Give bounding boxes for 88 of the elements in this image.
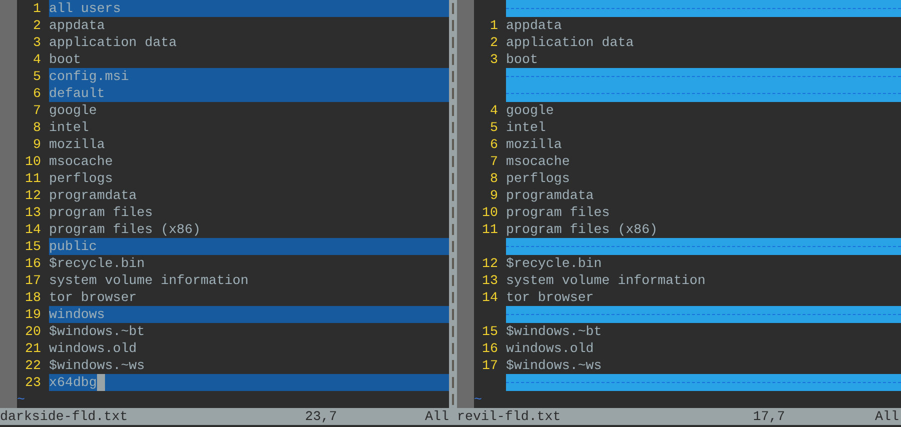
line-number: 4 bbox=[32, 51, 42, 68]
line-text: windows.old bbox=[506, 340, 594, 357]
line-text: program files bbox=[506, 204, 610, 221]
line-text: application data bbox=[506, 34, 634, 51]
tilde-marker: ~ bbox=[17, 391, 25, 408]
line-number: 1 bbox=[32, 0, 42, 17]
line-text: $windows.~ws bbox=[506, 357, 602, 374]
line-text: $recycle.bin bbox=[49, 255, 145, 272]
line-number: 20 bbox=[24, 323, 42, 340]
line-number: 12 bbox=[24, 187, 42, 204]
line-number: 19 bbox=[24, 306, 42, 323]
line-text: x64dbg bbox=[49, 374, 97, 391]
line-text: tor browser bbox=[49, 289, 137, 306]
file-name: revil-fld.txt bbox=[457, 408, 562, 425]
line-text: application data bbox=[49, 34, 177, 51]
tilde-marker: ~ bbox=[474, 391, 482, 408]
line-number: 13 bbox=[481, 272, 499, 289]
line-text: appdata bbox=[49, 17, 105, 34]
scroll-indicator: All bbox=[425, 408, 449, 425]
line-number: 14 bbox=[481, 289, 499, 306]
line-text: perflogs bbox=[49, 170, 113, 187]
line-number: 12 bbox=[481, 255, 499, 272]
line-text: google bbox=[506, 102, 554, 119]
line-number: 7 bbox=[489, 153, 499, 170]
line-text: program files (x86) bbox=[506, 221, 658, 238]
line-number: 9 bbox=[489, 187, 499, 204]
line-text: system volume information bbox=[49, 272, 248, 289]
line-number: 14 bbox=[24, 221, 42, 238]
line-text: mozilla bbox=[506, 136, 562, 153]
line-text: $windows.~ws bbox=[49, 357, 145, 374]
line-number: 13 bbox=[24, 204, 42, 221]
line-number: 21 bbox=[24, 340, 42, 357]
line-text: boot bbox=[49, 51, 81, 68]
line-number: 5 bbox=[489, 119, 499, 136]
line-text: system volume information bbox=[506, 272, 706, 289]
line-text: program files bbox=[49, 204, 153, 221]
line-text: intel bbox=[49, 119, 89, 136]
line-number: 9 bbox=[32, 136, 42, 153]
line-number: 2 bbox=[489, 34, 499, 51]
line-number: 15 bbox=[481, 323, 499, 340]
line-text: google bbox=[49, 102, 97, 119]
line-number: 17 bbox=[481, 357, 499, 374]
line-number: 16 bbox=[481, 340, 499, 357]
line-text: msocache bbox=[506, 153, 570, 170]
line-text: all users bbox=[49, 0, 121, 17]
line-text: perflogs bbox=[506, 170, 570, 187]
line-text: $windows.~bt bbox=[506, 323, 602, 340]
line-number: 11 bbox=[481, 221, 499, 238]
line-number: 1 bbox=[489, 17, 499, 34]
line-number: 10 bbox=[24, 153, 42, 170]
line-text: msocache bbox=[49, 153, 113, 170]
line-text: mozilla bbox=[49, 136, 105, 153]
line-number: 3 bbox=[489, 51, 499, 68]
line-number: 6 bbox=[32, 85, 42, 102]
line-text: program files (x86) bbox=[49, 221, 201, 238]
line-text: windows bbox=[49, 306, 105, 323]
line-text: intel bbox=[506, 119, 546, 136]
line-number: 22 bbox=[24, 357, 42, 374]
line-number: 6 bbox=[489, 136, 499, 153]
line-text: config.msi bbox=[49, 68, 129, 85]
line-number: 7 bbox=[32, 102, 42, 119]
line-text: windows.old bbox=[49, 340, 137, 357]
scroll-indicator: All bbox=[875, 408, 899, 425]
line-number: 15 bbox=[24, 238, 42, 255]
cursor-position: 23,7 bbox=[305, 408, 337, 425]
line-number: 16 bbox=[24, 255, 42, 272]
line-text: tor browser bbox=[506, 289, 594, 306]
line-number: 5 bbox=[32, 68, 42, 85]
line-number: 18 bbox=[24, 289, 42, 306]
line-number: 2 bbox=[32, 17, 42, 34]
cursor-position: 17,7 bbox=[753, 408, 785, 425]
line-text: appdata bbox=[506, 17, 562, 34]
line-number: 10 bbox=[481, 204, 499, 221]
line-number: 17 bbox=[24, 272, 42, 289]
line-text: boot bbox=[506, 51, 538, 68]
line-number: 8 bbox=[32, 119, 42, 136]
line-number: 3 bbox=[32, 34, 42, 51]
line-text: $windows.~bt bbox=[49, 323, 145, 340]
line-text: default bbox=[49, 85, 105, 102]
line-number: 4 bbox=[489, 102, 499, 119]
line-text: programdata bbox=[506, 187, 594, 204]
line-number: 8 bbox=[489, 170, 499, 187]
line-text: public bbox=[49, 238, 97, 255]
file-name: darkside-fld.txt bbox=[0, 408, 129, 425]
line-number: 11 bbox=[24, 170, 42, 187]
line-text: $recycle.bin bbox=[506, 255, 602, 272]
line-number: 23 bbox=[24, 374, 42, 391]
line-text: programdata bbox=[49, 187, 137, 204]
